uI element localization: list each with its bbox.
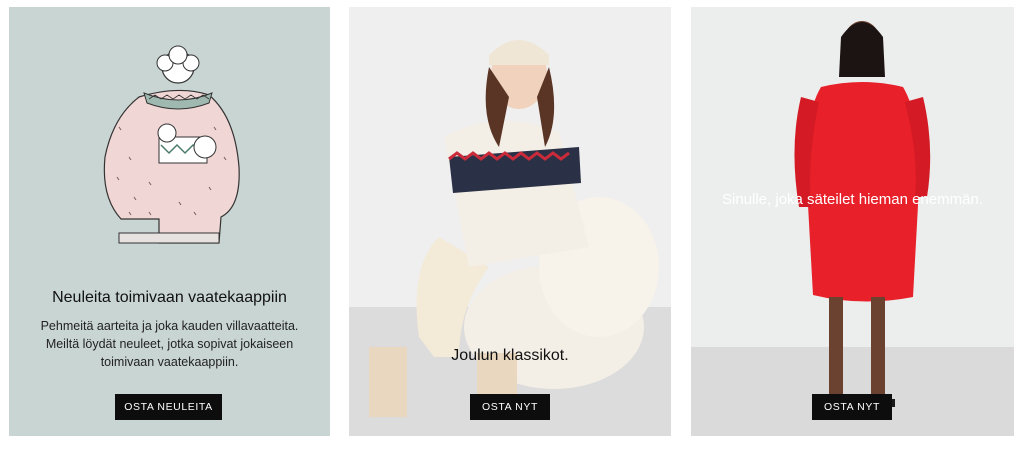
maternity-card[interactable]: Sinulle, joka säteilet hieman enemmän. O… xyxy=(691,7,1014,436)
card-heading: Neuleita toimivaan vaatekaappiin xyxy=(52,289,287,306)
sweater-illustration xyxy=(103,45,240,244)
model-photo xyxy=(349,7,671,436)
card-caption: Sinulle, joka säteilet hieman enemmän. xyxy=(722,191,983,208)
shop-knitwear-button[interactable]: OSTA NEULEITA xyxy=(115,394,222,420)
card-caption: Joulun klassikot. xyxy=(451,347,569,364)
model-photo xyxy=(691,7,1014,436)
knitwear-promo-card[interactable]: Neuleita toimivaan vaatekaappiin Pehmeit… xyxy=(9,7,330,436)
shop-now-button[interactable]: OSTA NYT xyxy=(812,394,892,420)
shop-now-button[interactable]: OSTA NYT xyxy=(470,394,550,420)
card-description: Pehmeitä aarteita ja joka kauden villava… xyxy=(40,319,299,369)
christmas-classics-card[interactable]: Joulun klassikot. OSTA NYT xyxy=(349,7,671,436)
